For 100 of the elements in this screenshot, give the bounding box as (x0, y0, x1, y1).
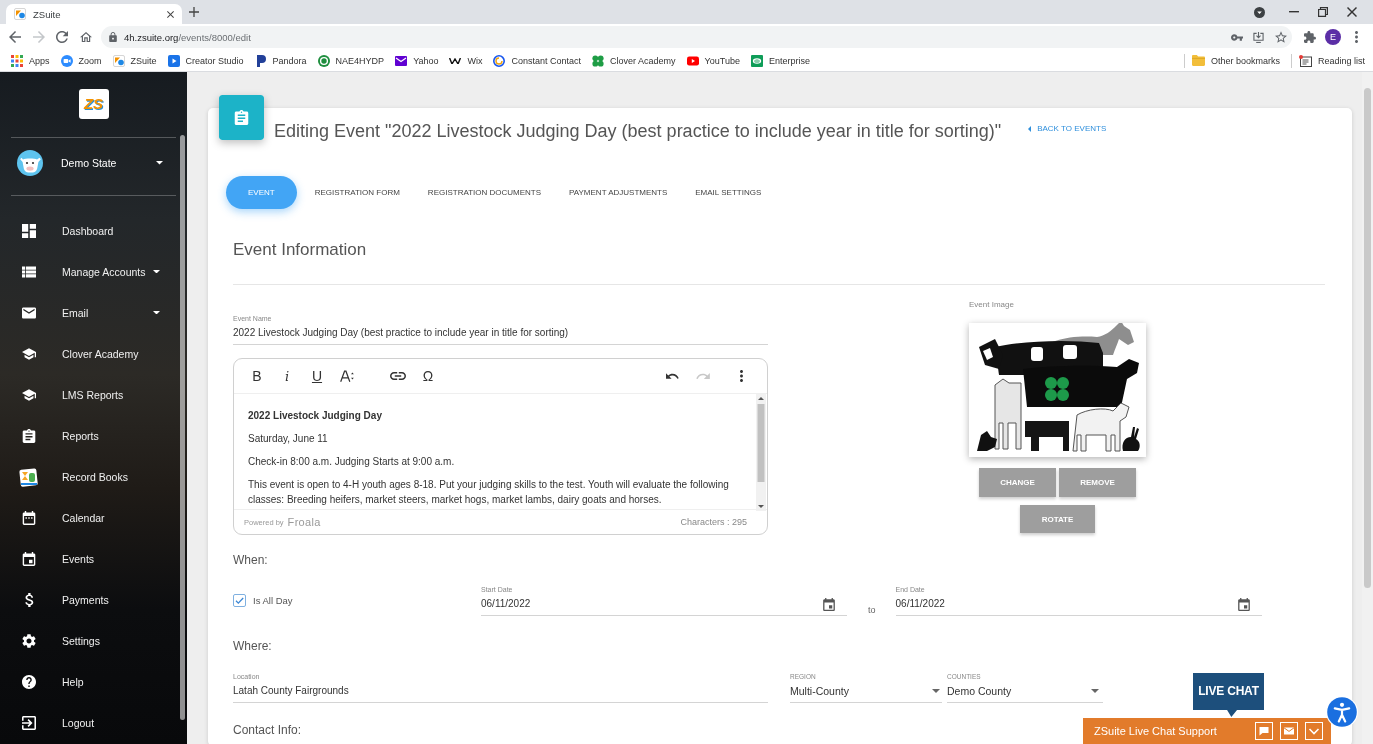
key-icon[interactable] (1231, 33, 1243, 41)
account-switcher[interactable]: Demo State (0, 138, 163, 188)
accessibility-icon[interactable] (1326, 696, 1358, 728)
bookmark[interactable]: Apps (11, 54, 50, 67)
all-day-checkbox[interactable] (233, 594, 246, 607)
bold-button[interactable]: B (242, 361, 272, 391)
paragraph: Check-in 8:00 a.m. Judging Starts at 9:00 a.m. (248, 455, 456, 469)
bookmark[interactable]: Zoom (60, 54, 102, 67)
page-title: Editing Event "2022 Livestock Judging Day (best practice to include year in title for sorting)" (274, 120, 1002, 143)
nav-item[interactable]: Events (0, 538, 160, 579)
checkbox-label: Is All Day (253, 595, 293, 606)
nav-item[interactable]: Manage Accounts (0, 251, 160, 292)
back-link[interactable]: BACK TO EVENTS (1028, 124, 1107, 134)
scrollbar-track[interactable] (1362, 72, 1373, 744)
folder-icon (1191, 55, 1205, 66)
logout-icon (22, 715, 36, 730)
nav-item[interactable]: Record Books (0, 456, 160, 497)
browser-tab[interactable]: ZSuite (6, 4, 182, 24)
bookmark-folder[interactable]: Other bookmarks (1191, 55, 1280, 66)
logo-icon (14, 8, 26, 20)
calendar-icon[interactable] (1237, 597, 1250, 611)
bookmark[interactable]: Constant Contact (493, 54, 582, 67)
tab-search-icon[interactable] (1254, 6, 1265, 18)
nav-item[interactable]: LMS Reports (0, 374, 160, 415)
plus-icon[interactable] (189, 7, 199, 17)
bookmark[interactable]: Wix (449, 55, 483, 66)
play-icon (167, 54, 180, 67)
paragraph: This event is open to 4-H youth ages 8-18. Put your judging skills to the test. Youth will evaluate the following classes: Breeding heifers, market steers, market hogs, market lambs, dairy goats and horses. (248, 478, 730, 507)
envelope-icon (395, 55, 408, 66)
nav-item[interactable]: Calendar (0, 497, 160, 538)
bookmark[interactable]: Pandora (254, 54, 307, 67)
paragraph: Saturday, June 11 (248, 432, 329, 446)
tab[interactable]: REGISTRATION FORM (300, 176, 414, 209)
help-icon (22, 674, 36, 689)
star-icon[interactable] (1275, 31, 1287, 43)
bookmark[interactable]: Creator Studio (167, 54, 244, 67)
bookmark[interactable]: ZSuite (112, 54, 157, 67)
settings-icon (22, 633, 36, 648)
caret-icon (153, 269, 160, 274)
character-count: Characters : 295 (680, 517, 747, 527)
install-icon[interactable] (1253, 31, 1264, 43)
mail-icon[interactable] (1280, 722, 1298, 740)
chevron-down-icon[interactable] (1305, 722, 1323, 740)
tab[interactable]: EMAIL SETTINGS (681, 176, 776, 209)
tab[interactable]: REGISTRATION DOCUMENTS (413, 176, 556, 209)
bookmark[interactable]: Clover Academy (592, 54, 676, 67)
bookmark[interactable]: NAE4HYDP (317, 54, 385, 67)
close-icon[interactable] (1347, 7, 1357, 17)
scrollbar[interactable] (756, 394, 766, 511)
scrollbar-thumb[interactable] (180, 135, 185, 720)
puzzle-icon[interactable] (1304, 31, 1316, 43)
more-icon[interactable] (739, 370, 743, 382)
font-size-icon[interactable] (340, 370, 354, 382)
logo: ZS (78, 89, 109, 119)
bookmark[interactable]: Enterprise (750, 54, 810, 67)
back-icon[interactable] (9, 31, 21, 43)
graduation-cap-icon (22, 387, 36, 402)
caret-icon (932, 689, 940, 693)
special-character-button[interactable]: Ω (413, 361, 443, 391)
envelope-icon (22, 305, 36, 320)
field-label: Event Image (969, 300, 1014, 310)
section-heading: Contact Info: (233, 722, 302, 738)
clipboard-icon (22, 428, 36, 443)
grid-icon (11, 54, 23, 67)
calendar-icon[interactable] (823, 597, 835, 611)
reload-icon[interactable] (56, 31, 68, 43)
address-bar[interactable]: 4h.zsuite.org/events/8000/edit (101, 26, 1292, 48)
bookmark[interactable]: YouTube (686, 55, 740, 66)
section-title: Event Information (233, 239, 367, 261)
bookmark[interactable]: Yahoo (395, 55, 439, 66)
underline-button[interactable]: U (302, 361, 332, 391)
clover-icon (592, 54, 605, 67)
caret-icon (1091, 689, 1099, 693)
tab[interactable]: PAYMENT ADJUSTMENTS (555, 176, 682, 209)
play-icon (686, 55, 699, 66)
close-icon[interactable] (167, 10, 174, 18)
link-icon[interactable] (390, 372, 406, 380)
nav-item[interactable]: Reports (0, 415, 160, 456)
nav-item[interactable]: Payments (0, 579, 160, 620)
chat-icon[interactable] (1255, 722, 1273, 740)
nav-item[interactable]: Dashboard (0, 210, 160, 251)
italic-button[interactable]: i (272, 361, 302, 391)
scrollbar-thumb[interactable] (1364, 88, 1371, 588)
nav-item[interactable]: Settings (0, 620, 160, 661)
caret-icon (156, 161, 163, 165)
dollar-icon (22, 592, 36, 607)
profile-avatar[interactable]: E (1325, 29, 1341, 45)
home-icon[interactable] (79, 31, 92, 43)
undo-icon[interactable] (666, 373, 680, 379)
nav-item[interactable]: Clover Academy (0, 333, 160, 374)
restore-icon[interactable] (1318, 7, 1328, 17)
reading-list[interactable]: Reading list (1298, 54, 1365, 67)
nav-item[interactable]: Logout (0, 702, 160, 743)
nav-item[interactable]: Email (0, 292, 160, 333)
section-heading: When: (233, 552, 268, 568)
calendar-icon (22, 510, 36, 525)
minimize-icon[interactable] (1289, 11, 1299, 13)
menu-icon[interactable] (1355, 31, 1358, 43)
nav-item[interactable]: Help (0, 661, 160, 702)
paragraph: 2022 Livestock Judging Day (248, 409, 383, 423)
